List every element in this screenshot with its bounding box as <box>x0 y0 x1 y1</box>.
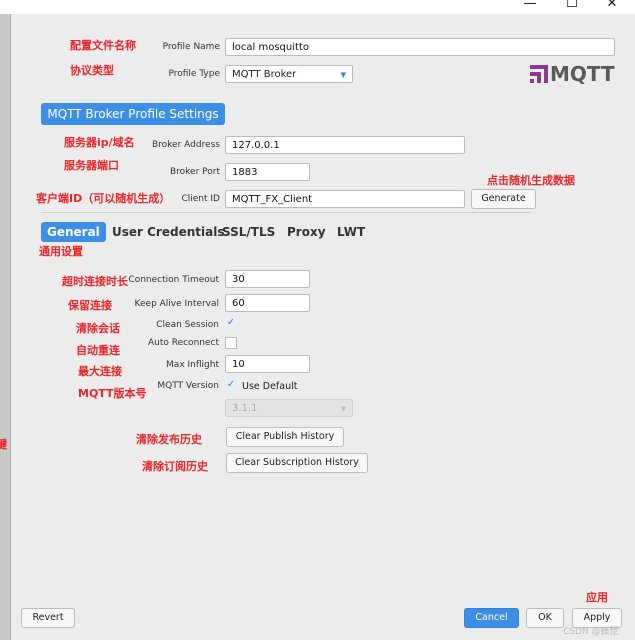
profile-name-input[interactable]: local mosquitto <box>225 38 615 56</box>
mqtt-version-select[interactable]: 3.1.1 ▼ <box>225 399 353 417</box>
mqtt-version-label: MQTT Version <box>157 381 219 391</box>
annotation-profile-name: 配置文件名称 <box>70 39 136 52</box>
chevron-down-icon: ▼ <box>340 405 346 413</box>
left-panel-edge <box>0 14 11 640</box>
annotation-random-generate: 点击随机生成数据 <box>487 174 575 187</box>
connection-timeout-input[interactable]: 30 <box>225 270 310 288</box>
annotation-max-connections: 最大连接 <box>78 365 122 378</box>
chevron-down-icon: ▼ <box>340 71 346 79</box>
broker-address-label: Broker Address <box>151 140 220 150</box>
auto-reconnect-checkbox[interactable] <box>225 337 237 349</box>
client-id-label: Client ID <box>181 194 220 204</box>
profile-name-label: Profile Name <box>162 42 220 52</box>
tab-general[interactable]: General <box>41 222 106 242</box>
auto-reconnect-label: Auto Reconnect <box>147 338 219 348</box>
watermark: CSDN @蜂琵 <box>563 627 619 637</box>
broker-port-input[interactable]: 1883 <box>225 163 310 181</box>
max-inflight-input[interactable]: 10 <box>225 355 310 373</box>
annotation-clean-session: 清除会话 <box>76 322 120 335</box>
broker-profile-settings-heading: MQTT Broker Profile Settings <box>41 103 225 125</box>
max-inflight-label: Max Inflight <box>166 360 219 370</box>
annotation-left-edge: 键 <box>0 438 7 451</box>
profile-type-select[interactable]: MQTT Broker ▼ <box>225 65 353 83</box>
annotation-keep-alive: 保留连接 <box>68 299 112 312</box>
keep-alive-input[interactable]: 60 <box>225 294 310 312</box>
cancel-button[interactable]: Cancel <box>464 608 519 628</box>
annotation-server-ip: 服务器ip/域名 <box>64 136 135 149</box>
broker-port-label: Broker Port <box>169 167 220 177</box>
minimize-icon[interactable]: — <box>518 0 542 12</box>
client-id-input[interactable]: MQTT_FX_Client <box>225 190 465 208</box>
connection-timeout-label: Connection Timeout <box>128 275 219 285</box>
tab-proxy[interactable]: Proxy <box>287 225 326 239</box>
close-icon[interactable]: ✕ <box>600 0 624 12</box>
clear-subscription-history-button[interactable]: Clear Subscription History <box>226 453 368 473</box>
mqtt-logo-text: MQTT <box>550 62 615 86</box>
maximize-icon[interactable]: ☐ <box>560 0 584 12</box>
tab-user-credentials[interactable]: User Credentials <box>112 225 224 239</box>
profile-type-label: Profile Type <box>168 69 220 79</box>
tab-lwt[interactable]: LWT <box>337 225 365 239</box>
use-default-label: Use Default <box>242 381 298 392</box>
annotation-auto-reconnect: 自动重连 <box>76 344 120 357</box>
clear-publish-history-button[interactable]: Clear Publish History <box>226 427 344 447</box>
annotation-timeout: 超时连接时长 <box>62 275 128 288</box>
ok-button[interactable]: OK <box>526 608 564 628</box>
broker-address-input[interactable]: 127.0.0.1 <box>225 136 465 154</box>
mqtt-version-value: 3.1.1 <box>232 403 258 414</box>
keep-alive-label: Keep Alive Interval <box>134 299 219 309</box>
tab-ssl-tls[interactable]: SSL/TLS <box>222 225 275 239</box>
annotation-server-port: 服务器端口 <box>64 159 119 172</box>
annotation-apply: 应用 <box>586 591 608 604</box>
annotation-clear-publish: 清除发布历史 <box>136 433 202 446</box>
annotation-clear-subscription: 清除订阅历史 <box>142 460 208 473</box>
clean-session-label: Clean Session <box>156 320 219 330</box>
mqtt-logo: MQTT <box>530 61 616 86</box>
annotation-protocol-type: 协议类型 <box>70 64 114 77</box>
annotation-general-settings: 通用设置 <box>39 245 83 258</box>
generate-button[interactable]: Generate <box>471 189 536 209</box>
use-default-checkbox[interactable]: ✓ <box>225 380 237 392</box>
section-divider <box>41 212 531 213</box>
clean-session-checkbox[interactable]: ✓ <box>225 318 237 330</box>
revert-button[interactable]: Revert <box>21 608 75 628</box>
profile-type-value: MQTT Broker <box>232 69 297 80</box>
